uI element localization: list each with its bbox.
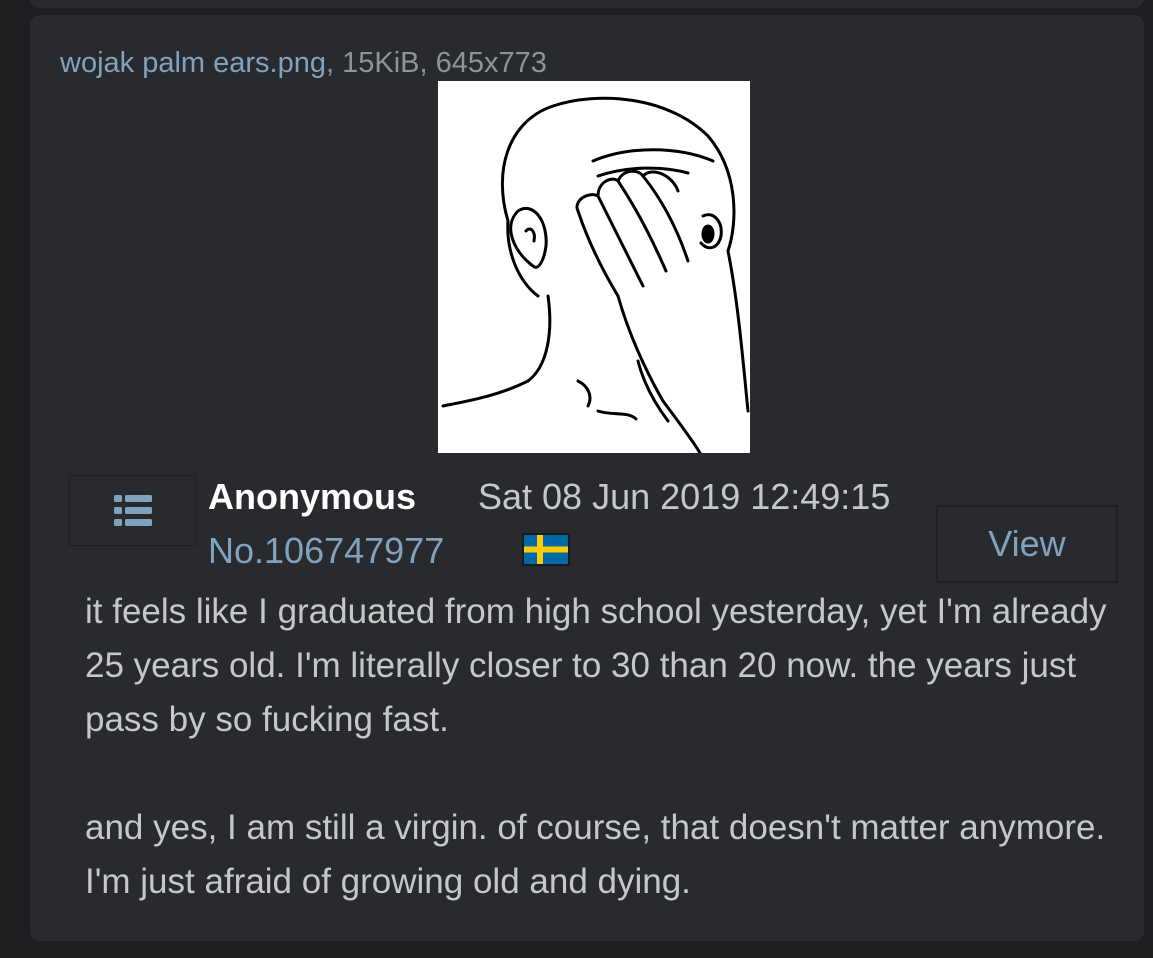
view-button[interactable]: View bbox=[936, 505, 1118, 583]
post-number-link[interactable]: No.106747977 bbox=[208, 530, 444, 572]
message-paragraph: and yes, I am still a virgin. of course,… bbox=[85, 808, 1106, 901]
file-name-link[interactable]: wojak palm ears.png bbox=[60, 47, 326, 79]
post-thumbnail[interactable] bbox=[438, 81, 750, 453]
post-date: Sat 08 Jun 2019 12:49:15 bbox=[478, 476, 891, 517]
poster-name: Anonymous bbox=[208, 476, 417, 517]
post-menu-button[interactable] bbox=[69, 475, 196, 546]
file-meta: , 15KiB, 645x773 bbox=[325, 47, 547, 79]
previous-post-card bbox=[30, 0, 1144, 8]
message-paragraph: it feels like I graduated from high scho… bbox=[85, 592, 1107, 739]
paragraph-break bbox=[85, 747, 1130, 801]
file-info: wojak palm ears.png, 15KiB, 645x773 bbox=[60, 47, 547, 80]
sweden-flag-icon bbox=[522, 533, 570, 566]
list-icon bbox=[114, 495, 152, 526]
wojak-facepalm-image bbox=[441, 96, 750, 453]
reply-post: wojak palm ears.png, 15KiB, 645x773 Anon… bbox=[30, 15, 1144, 941]
post-message: it feels like I graduated from high scho… bbox=[85, 585, 1130, 909]
